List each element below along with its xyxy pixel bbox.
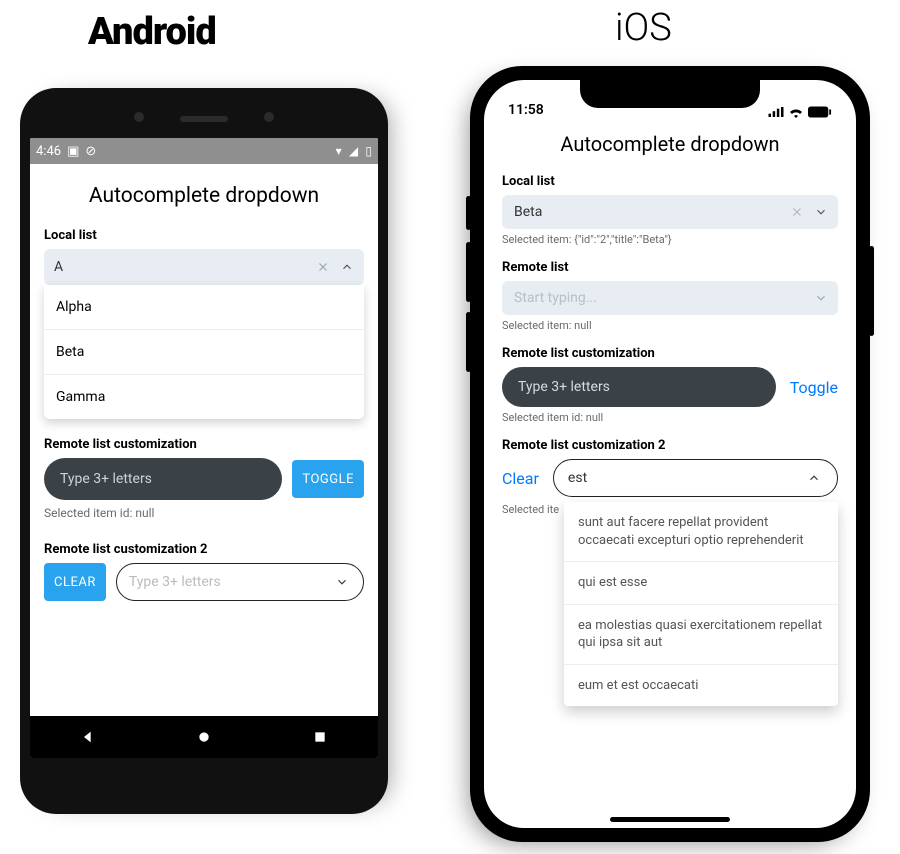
status-time: 11:58 [508,102,544,118]
app-title: Autocomplete dropdown [44,184,364,208]
home-indicator[interactable] [610,817,730,822]
remote-custom2-input[interactable]: est [553,459,838,497]
signal-icon [768,107,784,117]
clear-icon[interactable] [314,258,332,276]
battery-icon [808,106,832,118]
section-label-remote-custom2: Remote list customization 2 [502,438,838,453]
remote-custom-status: Selected item id: null [502,411,838,424]
android-heading: Android [88,10,216,54]
remote-list-placeholder: Start typing... [514,290,597,306]
device-button [466,242,471,302]
remote-custom-input[interactable]: Type 3+ letters [44,458,282,500]
device-speaker [180,116,228,122]
battery-icon: ▯ [365,144,372,158]
dropdown-option[interactable]: ea molestias quasi exercitationem repell… [564,605,838,665]
status-time: 4:46 [36,144,61,159]
chevron-down-icon[interactable] [333,573,351,591]
android-nav-bar [30,716,378,758]
dropdown-option[interactable]: sunt aut facere repellat provident occae… [564,502,838,562]
local-list-dropdown: Alpha Beta Gamma [44,285,364,419]
wifi-icon [788,106,804,118]
remote-custom2-placeholder: Type 3+ letters [129,574,221,590]
section-label-remote-custom: Remote list customization [502,346,838,361]
chevron-down-icon[interactable] [812,203,830,221]
dropdown-option[interactable]: Gamma [44,375,364,419]
section-label-local-list: Local list [502,174,838,189]
local-list-status: Selected item: {"id":"2","title":"Beta"} [502,233,838,246]
ios-heading: iOS [615,6,672,50]
dropdown-option[interactable]: Beta [44,330,364,375]
notification-icon: ▣ [67,144,79,159]
ios-screen: 11:58 Autocomplete dropdown Local li [484,80,856,828]
remote-custom2-dropdown: sunt aut facere repellat provident occae… [564,502,838,706]
device-camera [264,112,274,122]
chevron-down-icon[interactable] [812,289,830,307]
remote-custom2-value: est [568,470,587,486]
device-sensor [134,112,144,122]
clear-icon[interactable] [788,203,806,221]
section-label-local-list: Local list [44,228,364,243]
remote-custom-status: Selected item id: null [44,506,364,520]
app-title: Autocomplete dropdown [502,132,838,156]
nav-home-icon[interactable] [196,729,212,745]
ios-device-frame: 11:58 Autocomplete dropdown Local li [470,66,870,842]
remote-custom2-input[interactable]: Type 3+ letters [116,563,364,601]
toggle-button[interactable]: TOGGLE [292,460,364,498]
dropdown-option[interactable]: Alpha [44,285,364,330]
chevron-up-icon[interactable] [805,469,823,487]
device-button [466,312,471,372]
section-label-remote-custom: Remote list customization [44,437,364,452]
notification-icon: ⊘ [85,144,96,159]
clear-button[interactable]: Clear [502,469,539,488]
section-label-remote-list: Remote list [502,260,838,275]
remote-list-status: Selected item: null [502,319,838,332]
local-list-input-value: A [54,259,63,275]
dropdown-option[interactable]: eum et est occaecati [564,665,838,707]
android-device-frame: 4:46 ▣ ⊘ ▾ ◢ ▯ Autocomplete dropdown Loc… [20,88,388,814]
remote-custom-placeholder: Type 3+ letters [518,379,610,395]
nav-back-icon[interactable] [80,729,96,745]
local-list-input[interactable]: A [44,249,364,285]
section-label-remote-custom2: Remote list customization 2 [44,542,364,557]
device-button [869,246,874,336]
remote-custom-input[interactable]: Type 3+ letters [502,367,776,407]
dropdown-option[interactable]: qui est esse [564,562,838,605]
local-list-input[interactable]: Beta [502,195,838,229]
signal-icon: ◢ [349,144,358,158]
local-list-value: Beta [514,204,542,220]
remote-list-input[interactable]: Start typing... [502,281,838,315]
wifi-icon: ▾ [336,144,342,158]
clear-button[interactable]: CLEAR [44,563,106,601]
chevron-up-icon[interactable] [338,258,356,276]
android-screen: 4:46 ▣ ⊘ ▾ ◢ ▯ Autocomplete dropdown Loc… [30,138,378,758]
nav-recent-icon[interactable] [312,729,328,745]
android-status-bar: 4:46 ▣ ⊘ ▾ ◢ ▯ [30,138,378,164]
device-notch [580,80,760,108]
device-button [466,196,471,230]
remote-custom-placeholder: Type 3+ letters [60,471,152,487]
toggle-button[interactable]: Toggle [790,378,838,397]
